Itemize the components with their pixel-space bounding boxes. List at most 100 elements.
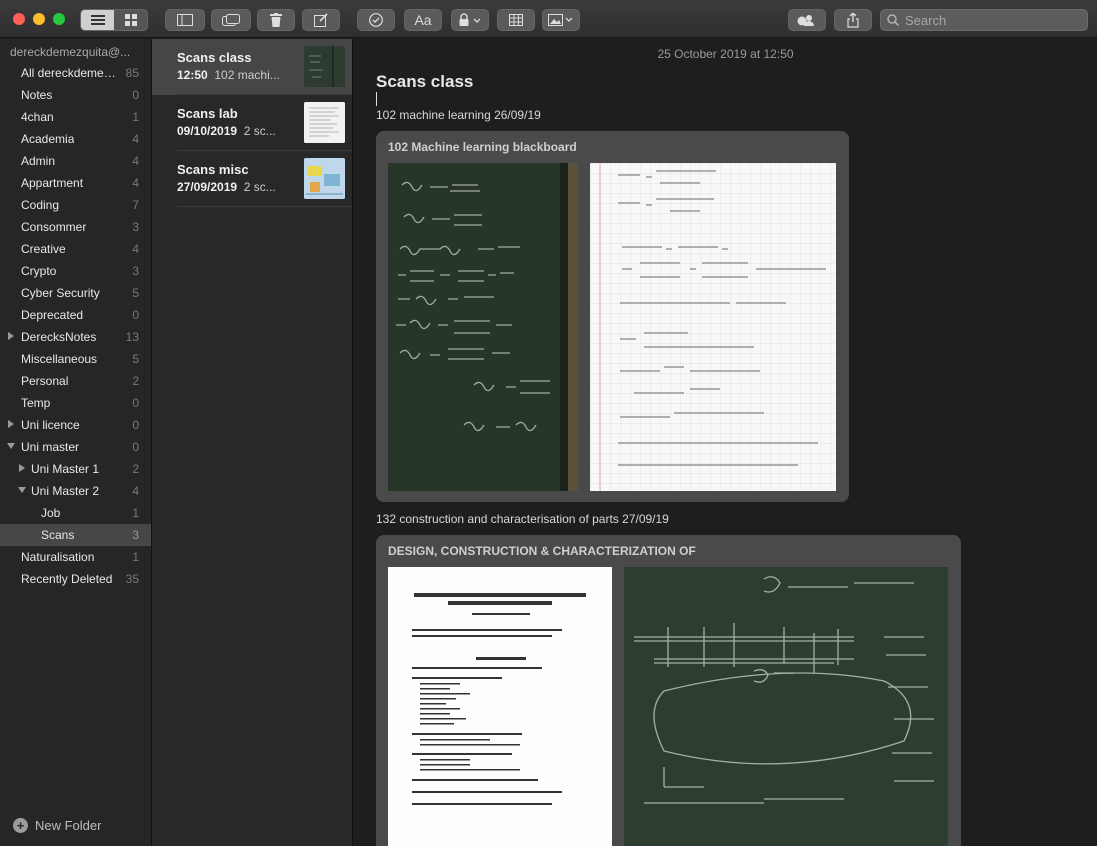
folder-name: Uni Master 2 bbox=[31, 484, 100, 498]
note-item[interactable]: Scans class 12:50 102 machi... bbox=[152, 39, 352, 95]
sidebar-icon bbox=[177, 14, 193, 26]
folder-count: 0 bbox=[132, 418, 139, 432]
blackboard-scan-image[interactable] bbox=[388, 163, 578, 491]
disclosure-expanded-icon[interactable] bbox=[7, 443, 15, 449]
folder-uni-licence[interactable]: Uni licence 0 bbox=[0, 414, 151, 436]
folder-count: 5 bbox=[132, 352, 139, 366]
folder-name: Appartment bbox=[21, 176, 84, 190]
folder-name: Personal bbox=[21, 374, 69, 388]
zoom-window-button[interactable] bbox=[53, 13, 65, 25]
folder-uni-master-2[interactable]: Uni Master 2 4 bbox=[0, 480, 151, 502]
minimize-window-button[interactable] bbox=[33, 13, 45, 25]
new-folder-button[interactable]: + New Folder bbox=[13, 818, 101, 833]
list-view-button[interactable] bbox=[81, 10, 114, 30]
folder-temp[interactable]: Temp 0 bbox=[0, 392, 151, 414]
compose-button[interactable] bbox=[302, 9, 340, 31]
share-button[interactable] bbox=[834, 9, 872, 31]
folder-coding[interactable]: Coding 7 bbox=[0, 194, 151, 216]
folder-recently-deleted[interactable]: Recently Deleted 35 bbox=[0, 568, 151, 590]
folder-count: 1 bbox=[132, 550, 139, 564]
folder-academia[interactable]: Academia 4 bbox=[0, 128, 151, 150]
folder-crypto[interactable]: Crypto 3 bbox=[0, 260, 151, 282]
table-button[interactable] bbox=[497, 9, 535, 31]
note-editor[interactable]: 25 October 2019 at 12:50 Scans class 102… bbox=[354, 39, 1097, 846]
folder-notes[interactable]: Notes 0 bbox=[0, 84, 151, 106]
folder-uni-master[interactable]: Uni master 0 bbox=[0, 436, 151, 458]
folder-4chan[interactable]: 4chan 1 bbox=[0, 106, 151, 128]
note-thumbnail bbox=[304, 102, 345, 143]
folder-count: 85 bbox=[125, 66, 139, 80]
folder-derecksnotes[interactable]: DerecksNotes 13 bbox=[0, 326, 151, 348]
note-item[interactable]: Scans lab 09/10/2019 2 sc... bbox=[152, 94, 352, 151]
folder-name: Academia bbox=[21, 132, 75, 146]
folder-name: Uni Master 1 bbox=[31, 462, 100, 476]
note-meta: 09/10/2019 2 sc... bbox=[177, 124, 285, 138]
folder-name: Crypto bbox=[21, 264, 57, 278]
folder-uni-master-1[interactable]: Uni Master 1 2 bbox=[0, 458, 151, 480]
close-window-button[interactable] bbox=[13, 13, 25, 25]
attachments-button[interactable] bbox=[211, 9, 251, 31]
folder-personal[interactable]: Personal 2 bbox=[0, 370, 151, 392]
gallery-view-button[interactable] bbox=[114, 10, 147, 30]
folder-scans[interactable]: Scans 3 bbox=[0, 524, 151, 546]
checklist-button[interactable] bbox=[357, 9, 395, 31]
folder-cyber-security[interactable]: Cyber Security 5 bbox=[0, 282, 151, 304]
media-button[interactable] bbox=[542, 9, 580, 31]
folder-count: 0 bbox=[132, 440, 139, 454]
scanned-document-card[interactable]: DESIGN, CONSTRUCTION & CHARACTERIZATION … bbox=[376, 535, 961, 846]
folder-admin[interactable]: Admin 4 bbox=[0, 150, 151, 172]
folder-job[interactable]: Job 1 bbox=[0, 502, 151, 524]
folder-consommer[interactable]: Consommer 3 bbox=[0, 216, 151, 238]
folder-count: 2 bbox=[132, 462, 139, 476]
folder-count: 3 bbox=[132, 220, 139, 234]
note-heading[interactable]: Scans class bbox=[376, 72, 473, 92]
note-meta: 27/09/2019 2 sc... bbox=[177, 180, 285, 194]
folder-name: Consommer bbox=[21, 220, 87, 234]
folder-deprecated[interactable]: Deprecated 0 bbox=[0, 304, 151, 326]
folder-count: 0 bbox=[132, 396, 139, 410]
table-icon bbox=[509, 14, 523, 26]
blackboard-diagram-scan-image[interactable] bbox=[624, 567, 948, 846]
note-thumbnail bbox=[304, 46, 345, 87]
checkmark-icon bbox=[369, 13, 383, 27]
folder-name: Creative bbox=[21, 242, 66, 256]
account-header: dereckdemezquita@... bbox=[10, 45, 131, 59]
toggle-sidebar-button[interactable] bbox=[165, 9, 205, 31]
note-date: 09/10/2019 bbox=[177, 124, 238, 138]
folder-count: 1 bbox=[132, 506, 139, 520]
folder-name: DerecksNotes bbox=[21, 330, 97, 344]
folder-appartment[interactable]: Appartment 4 bbox=[0, 172, 151, 194]
folder-count: 4 bbox=[132, 242, 139, 256]
folder-name: Naturalisation bbox=[21, 550, 95, 564]
lock-icon bbox=[459, 13, 481, 26]
folder-miscellaneous[interactable]: Miscellaneous 5 bbox=[0, 348, 151, 370]
note-title: Scans class bbox=[177, 50, 252, 65]
disclosure-collapsed-icon[interactable] bbox=[8, 420, 14, 428]
search-field[interactable] bbox=[880, 9, 1088, 31]
disclosure-expanded-icon[interactable] bbox=[18, 487, 26, 493]
format-button[interactable]: Aa bbox=[404, 9, 442, 31]
folder-name: Miscellaneous bbox=[21, 352, 98, 366]
plus-icon: + bbox=[13, 818, 28, 833]
note-preview: 2 sc... bbox=[243, 180, 276, 194]
delete-button[interactable] bbox=[257, 9, 295, 31]
disclosure-collapsed-icon[interactable] bbox=[8, 332, 14, 340]
scan-title: DESIGN, CONSTRUCTION & CHARACTERIZATION … bbox=[388, 544, 696, 558]
note-item[interactable]: Scans misc 27/09/2019 2 sc... bbox=[152, 151, 352, 207]
handwritten-notes-scan-image[interactable] bbox=[590, 163, 836, 491]
share-icon bbox=[847, 12, 859, 28]
folder-creative[interactable]: Creative 4 bbox=[0, 238, 151, 260]
note-body-line[interactable]: 102 machine learning 26/09/19 bbox=[376, 108, 541, 122]
scanned-document-card[interactable]: 102 Machine learning blackboard bbox=[376, 131, 849, 502]
folder-naturalisation[interactable]: Naturalisation 1 bbox=[0, 546, 151, 568]
text-cursor bbox=[376, 92, 377, 106]
folder-count: 3 bbox=[132, 264, 139, 278]
folder-all[interactable]: All dereckdemez... 85 bbox=[0, 62, 151, 84]
course-outline-scan-image[interactable] bbox=[388, 567, 612, 846]
disclosure-collapsed-icon[interactable] bbox=[19, 464, 25, 472]
note-body-line[interactable]: 132 construction and characterisation of… bbox=[376, 512, 669, 526]
share-people-button[interactable] bbox=[788, 9, 826, 31]
lock-button[interactable] bbox=[451, 9, 489, 31]
search-input[interactable] bbox=[905, 12, 1075, 28]
folder-name: Deprecated bbox=[21, 308, 84, 322]
